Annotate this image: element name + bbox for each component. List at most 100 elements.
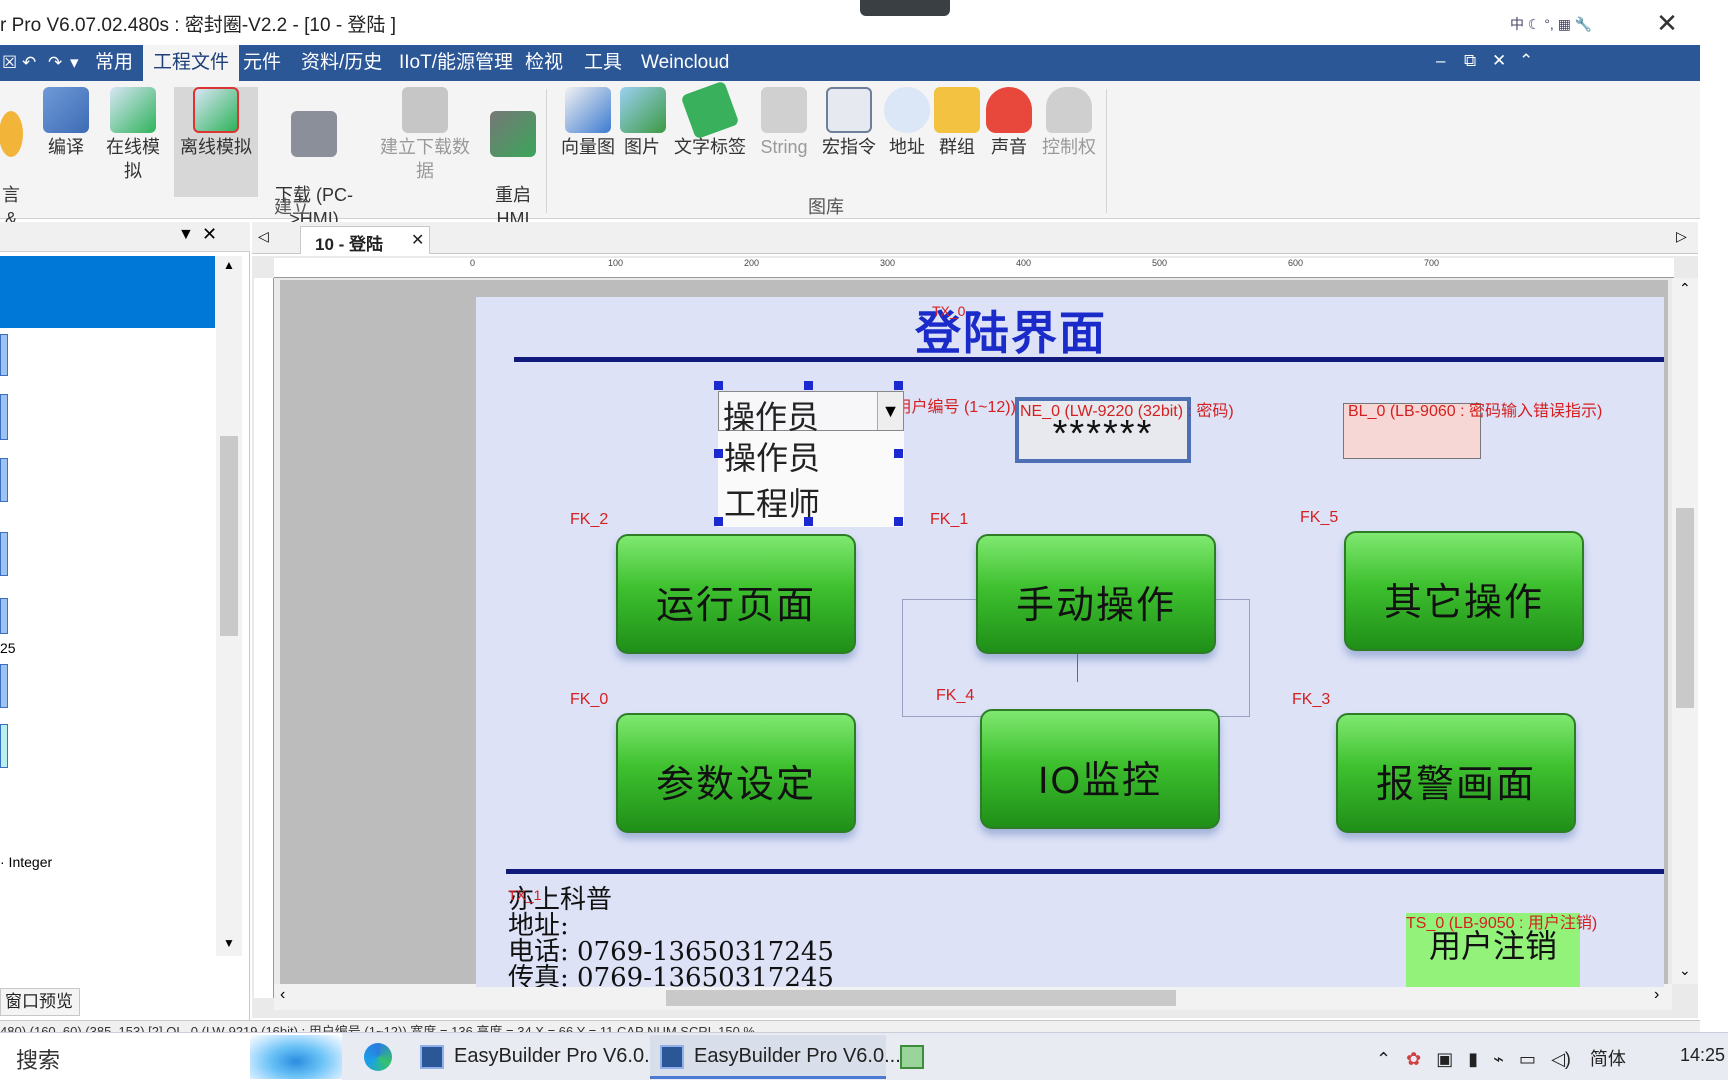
vertical-scrollbar[interactable]: ⌃ ⌄ — [1672, 278, 1698, 984]
manual-operation-button[interactable]: 手动操作 — [976, 534, 1216, 654]
parameter-settings-button[interactable]: 参数设定 — [616, 713, 856, 833]
combo-dropdown-list[interactable]: 操作员 工程师 — [718, 431, 904, 527]
window-thumbnail[interactable] — [0, 334, 8, 376]
text-tag-button[interactable]: 文字标签 — [674, 80, 746, 159]
tab-scroll-right-icon[interactable]: ▷ — [1676, 228, 1687, 245]
close-tab-icon[interactable]: ✕ — [411, 230, 424, 250]
taskbar-app-easybuilder[interactable]: EasyBuilder Pro V6.0... — [410, 1035, 661, 1079]
tab-iiot-energy[interactable]: IIoT/能源管理 — [399, 45, 513, 81]
window-list[interactable]: 25 · Integer — [0, 254, 215, 954]
scroll-up-icon[interactable]: ▲ — [223, 258, 235, 272]
ime-indicator[interactable]: 中 ☾ °, ▦ 🔧 — [1510, 14, 1640, 36]
company-fax[interactable]: 传真: 0769-13650317245 — [508, 957, 834, 987]
tab-data-history[interactable]: 资料/历史 — [301, 45, 382, 81]
antivirus-icon[interactable]: ✿ — [1406, 1049, 1421, 1069]
minimize-icon[interactable]: – — [1436, 51, 1445, 71]
restore-icon[interactable]: ⧉ — [1464, 51, 1476, 71]
window-thumbnail[interactable] — [0, 598, 8, 634]
scroll-up-icon[interactable]: ⌃ — [1679, 280, 1691, 297]
macro-button[interactable]: 宏指令 — [822, 87, 876, 159]
scrollbar-thumb[interactable] — [220, 436, 238, 636]
collapse-ribbon-icon[interactable]: ⌃ — [1519, 51, 1533, 71]
scroll-down-icon[interactable]: ⌄ — [1679, 962, 1691, 979]
chevron-down-icon[interactable]: ▼ — [877, 392, 903, 430]
redo-icon[interactable]: ↷ — [48, 53, 62, 73]
picture-button[interactable]: 图片 — [620, 87, 666, 159]
left-panel-scrollbar[interactable]: ▲ ▼ — [216, 256, 242, 956]
control-right-button[interactable]: 控制权 — [1040, 87, 1098, 159]
window-thumbnail[interactable] — [0, 532, 8, 576]
selection-handle[interactable] — [894, 449, 903, 458]
scroll-right-icon[interactable]: › — [1654, 986, 1659, 1004]
tab-scroll-left-icon[interactable]: ◁ — [258, 228, 269, 245]
scroll-left-icon[interactable]: ‹ — [280, 986, 285, 1004]
selection-handle[interactable] — [714, 517, 723, 526]
shield-icon[interactable]: ▣ — [1436, 1049, 1453, 1069]
selection-handle[interactable] — [714, 381, 723, 390]
system-tray[interactable]: ⌃ ✿ ▣ ▮ ⌁ ▭ ◁) 简体 — [1376, 1045, 1626, 1071]
clock[interactable]: 14:25 — [1680, 1045, 1725, 1066]
selection-handle[interactable] — [894, 381, 903, 390]
online-simulation-button[interactable]: 在线模拟 — [98, 87, 168, 183]
selection-handle[interactable] — [804, 381, 813, 390]
close-panel-icon[interactable]: ✕ — [202, 224, 217, 245]
tab-objects[interactable]: 元件 — [243, 45, 281, 81]
tab-common[interactable]: 常用 — [95, 45, 133, 81]
restart-hmi-button[interactable]: 重启 HMI — [488, 87, 538, 231]
selection-handle[interactable] — [894, 517, 903, 526]
close-icon[interactable]: ✕ — [1652, 8, 1682, 39]
ruler-label: 100 — [608, 258, 624, 268]
chevron-up-icon[interactable]: ⌃ — [1376, 1049, 1391, 1069]
network-icon[interactable]: ⌁ — [1493, 1049, 1504, 1069]
taskbar-app-window[interactable] — [890, 1035, 1016, 1079]
alarm-screen-button[interactable]: 报警画面 — [1336, 713, 1576, 833]
vector-graphic-button[interactable]: 向量图 — [556, 87, 620, 159]
close-doc-icon[interactable]: ✕ — [1492, 51, 1506, 71]
other-operation-button[interactable]: 其它操作 — [1344, 531, 1584, 651]
window-thumbnail[interactable] — [0, 664, 8, 708]
tab-project-file[interactable]: 工程文件 — [143, 45, 240, 81]
list-item[interactable]: 操作员 — [724, 433, 820, 479]
user-select-combo[interactable]: 操作员 ▼ — [718, 391, 904, 435]
volume-icon[interactable]: ◁) — [1551, 1049, 1571, 1069]
hmi-screen[interactable]: 登陆界面 TX_0 OL_0 (LW-9219 (16bit) : 用户编号 (… — [476, 297, 1664, 987]
scrollbar-thumb[interactable] — [1676, 508, 1694, 708]
group-button[interactable]: 群组 — [934, 87, 980, 159]
tab-tools[interactable]: 工具 — [584, 45, 622, 81]
window-thumbnail[interactable] — [0, 458, 8, 502]
lock-icon — [1046, 87, 1092, 133]
microphone-icon[interactable]: ▮ — [1468, 1049, 1478, 1069]
ruler-label: 200 — [744, 258, 760, 268]
scroll-down-icon[interactable]: ▼ — [223, 936, 235, 950]
run-page-button[interactable]: 运行页面 — [616, 534, 856, 654]
edge-browser-icon[interactable] — [364, 1043, 392, 1071]
io-monitor-button[interactable]: IO监控 — [980, 709, 1220, 829]
input-language[interactable]: 简体 — [1590, 1049, 1626, 1069]
quick-access-dropdown-icon[interactable]: ▾ — [70, 53, 79, 73]
scrollbar-thumb[interactable] — [666, 990, 1176, 1006]
horizontal-scrollbar[interactable]: ‹ › — [274, 984, 1672, 1010]
address-button[interactable]: 地址 — [884, 87, 930, 159]
tab-weincloud[interactable]: Weincloud — [641, 45, 729, 81]
taskbar-app-easybuilder[interactable]: EasyBuilder Pro V6.0... — [650, 1035, 901, 1079]
floating-toolbar-handle[interactable] — [860, 0, 950, 16]
document-tab[interactable]: 10 - 登陆 ✕ — [300, 226, 430, 254]
offline-simulation-button[interactable]: 离线模拟 — [174, 87, 258, 197]
undo-icon[interactable]: ↶ — [22, 53, 36, 73]
build-download-data-button[interactable]: 建立下载数据 — [372, 87, 478, 183]
tab-view[interactable]: 检视 — [525, 45, 563, 81]
page-title[interactable]: 登陆界面 — [476, 297, 1546, 363]
sound-button[interactable]: 声音 — [986, 87, 1032, 159]
window-thumbnail[interactable] — [0, 394, 8, 440]
string-button[interactable]: String — [756, 87, 812, 159]
selected-window-item[interactable] — [0, 256, 215, 328]
dropdown-arrow-icon[interactable]: ▼ — [178, 226, 194, 244]
window-thumbnail[interactable] — [0, 724, 8, 768]
window-preview-tab[interactable]: 窗口预览 — [0, 988, 80, 1016]
battery-icon[interactable]: ▭ — [1519, 1049, 1536, 1069]
selection-handle[interactable] — [804, 517, 813, 526]
title-divider — [514, 357, 1664, 362]
app-menu-icon[interactable]: ☒ — [2, 53, 17, 73]
selection-handle[interactable] — [714, 449, 723, 458]
compile-button[interactable]: 编译 — [40, 87, 92, 159]
